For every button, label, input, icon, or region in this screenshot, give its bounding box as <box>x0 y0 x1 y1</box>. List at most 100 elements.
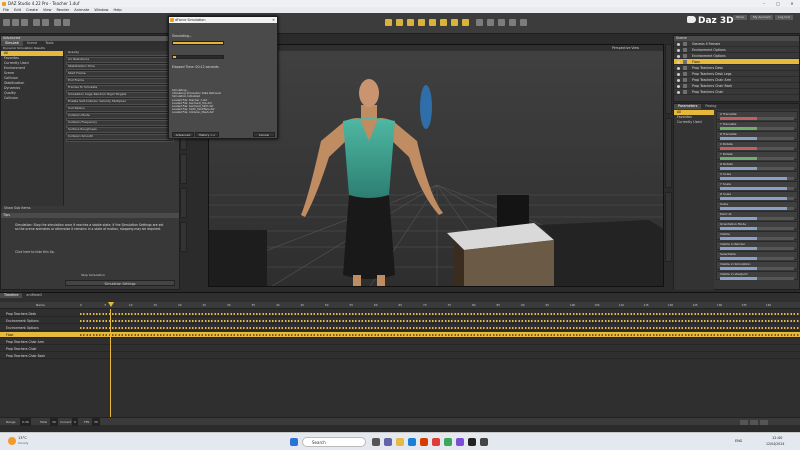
app-icon-purple[interactable] <box>456 438 464 446</box>
range-value[interactable]: 0-30 <box>20 418 31 426</box>
stop-icon[interactable] <box>750 419 758 425</box>
timeline-row[interactable]: Environment Options <box>0 325 800 331</box>
side-tab-3[interactable] <box>180 154 187 184</box>
my-account-button[interactable]: My Account <box>750 15 774 20</box>
side-tab-4[interactable] <box>180 188 187 218</box>
task-view-icon[interactable] <box>372 438 380 446</box>
advanced-button[interactable]: Advanced <box>172 132 194 137</box>
node-selection-icon[interactable] <box>487 19 494 26</box>
daz-taskbar-icon[interactable] <box>468 438 476 446</box>
dialog-close-icon[interactable]: ✕ <box>272 17 275 23</box>
param-slider[interactable] <box>720 126 794 130</box>
scale-tool-icon[interactable] <box>418 19 425 26</box>
chrome-icon[interactable] <box>432 438 440 446</box>
office-icon[interactable] <box>420 438 428 446</box>
timeline-row[interactable]: Environment Options <box>0 318 800 324</box>
scene-item[interactable]: Prop Teachers Chair <box>674 89 799 95</box>
param-slider[interactable] <box>720 166 794 170</box>
total-value[interactable]: 30 <box>50 418 58 426</box>
joint-editor-icon[interactable] <box>451 19 458 26</box>
power-pose-icon[interactable] <box>440 19 447 26</box>
close-icon[interactable]: ✕ <box>785 0 799 7</box>
side-tab-5[interactable] <box>180 222 187 252</box>
save-icon[interactable] <box>21 19 28 26</box>
tab-animate2[interactable]: aniMate2 <box>22 293 46 298</box>
right-side-tab-2[interactable] <box>665 118 672 188</box>
param-slider[interactable] <box>720 246 794 250</box>
history-button[interactable]: History >> <box>195 132 219 137</box>
camera-tool-icon[interactable] <box>498 19 505 26</box>
setting-slider[interactable] <box>66 138 174 142</box>
translate-tool-icon[interactable] <box>407 19 414 26</box>
timeline-row[interactable]: Prop Teachers Chair Arm <box>0 339 800 345</box>
param-slider[interactable] <box>720 136 794 140</box>
tab-posing[interactable]: Posing <box>701 104 720 109</box>
undo-icon[interactable] <box>33 19 40 26</box>
redo-icon[interactable] <box>42 19 49 26</box>
param-slider[interactable] <box>720 236 794 240</box>
param-slider[interactable] <box>720 116 794 120</box>
stop-simulation-button[interactable]: Stop Simulation <box>65 272 121 278</box>
new-icon[interactable] <box>3 19 10 26</box>
app-icon-dark[interactable] <box>480 438 488 446</box>
tab-timeline[interactable]: Timeline <box>0 293 23 298</box>
render-icon[interactable] <box>54 19 61 26</box>
weather-temp[interactable]: 13°C <box>18 436 27 440</box>
weather-icon[interactable] <box>8 437 16 445</box>
play-icon[interactable] <box>740 419 748 425</box>
simulation-settings-button[interactable]: Simulation Settings <box>65 280 175 286</box>
spot-render-icon[interactable] <box>520 19 527 26</box>
timeline-row[interactable]: Floor <box>0 332 800 338</box>
visibility-eye-icon[interactable] <box>677 42 680 46</box>
right-side-tab-3[interactable] <box>665 192 672 262</box>
visibility-eye-icon[interactable] <box>677 78 680 82</box>
param-slider[interactable] <box>720 216 794 220</box>
loop-icon[interactable] <box>760 419 768 425</box>
timeline-row[interactable]: Prop Teachers Chair <box>0 346 800 352</box>
clock-date[interactable]: 12/04/2024 <box>766 442 784 446</box>
edge-icon[interactable] <box>408 438 416 446</box>
windows-start-icon[interactable] <box>290 438 298 446</box>
param-slider[interactable] <box>720 146 794 150</box>
open-icon[interactable] <box>12 19 19 26</box>
param-slider[interactable] <box>720 186 794 190</box>
param-slider[interactable] <box>720 176 794 180</box>
category-item[interactable]: Collision <box>1 96 63 101</box>
store-button[interactable]: Store <box>733 15 747 20</box>
visibility-eye-icon[interactable] <box>677 90 680 94</box>
show-sub-items[interactable]: Show Sub Items <box>1 206 64 211</box>
render-settings-icon[interactable] <box>63 19 70 26</box>
tips-link[interactable]: Click here to hide this tip. <box>15 250 55 254</box>
taskbar-search[interactable]: Search <box>302 437 366 447</box>
visibility-eye-icon[interactable] <box>677 60 680 64</box>
right-side-tab-1[interactable] <box>665 44 672 114</box>
visibility-eye-icon[interactable] <box>677 66 680 70</box>
active-pose-tool-icon[interactable] <box>429 19 436 26</box>
region-navigator-icon[interactable] <box>509 19 516 26</box>
visibility-eye-icon[interactable] <box>677 72 680 76</box>
cancel-button[interactable]: Cancel <box>253 132 275 137</box>
param-slider[interactable] <box>720 156 794 160</box>
current-value[interactable]: 0 <box>72 418 78 426</box>
playhead-icon[interactable] <box>108 302 114 307</box>
tab-parameters[interactable]: Parameters <box>674 104 702 109</box>
clock-time[interactable]: 12:40 <box>772 436 782 440</box>
log-out-button[interactable]: Log Out <box>775 15 793 20</box>
file-explorer-icon[interactable] <box>396 438 404 446</box>
teams-icon[interactable] <box>384 438 392 446</box>
param-slider[interactable] <box>720 276 794 280</box>
param-slider[interactable] <box>720 266 794 270</box>
param-slider[interactable] <box>720 226 794 230</box>
visibility-eye-icon[interactable] <box>677 48 680 52</box>
visibility-eye-icon[interactable] <box>677 54 680 58</box>
surface-selection-icon[interactable] <box>476 19 483 26</box>
timeline-ruler[interactable]: Name 0 5 10 15 20 25 30 35 40 45 50 55 60 65 70 75 80 85 9… <box>0 302 800 309</box>
timeline-row[interactable]: Prop Teachers Chair Back <box>0 353 800 359</box>
fps-value[interactable]: 30 <box>92 418 100 426</box>
geometry-editor-icon[interactable] <box>462 19 469 26</box>
language-indicator[interactable]: ENG <box>735 439 742 443</box>
rotate-tool-icon[interactable] <box>396 19 403 26</box>
maximize-icon[interactable]: □ <box>771 0 785 7</box>
minimize-icon[interactable]: – <box>757 0 771 7</box>
param-filter-item[interactable]: Currently Used <box>674 120 714 125</box>
